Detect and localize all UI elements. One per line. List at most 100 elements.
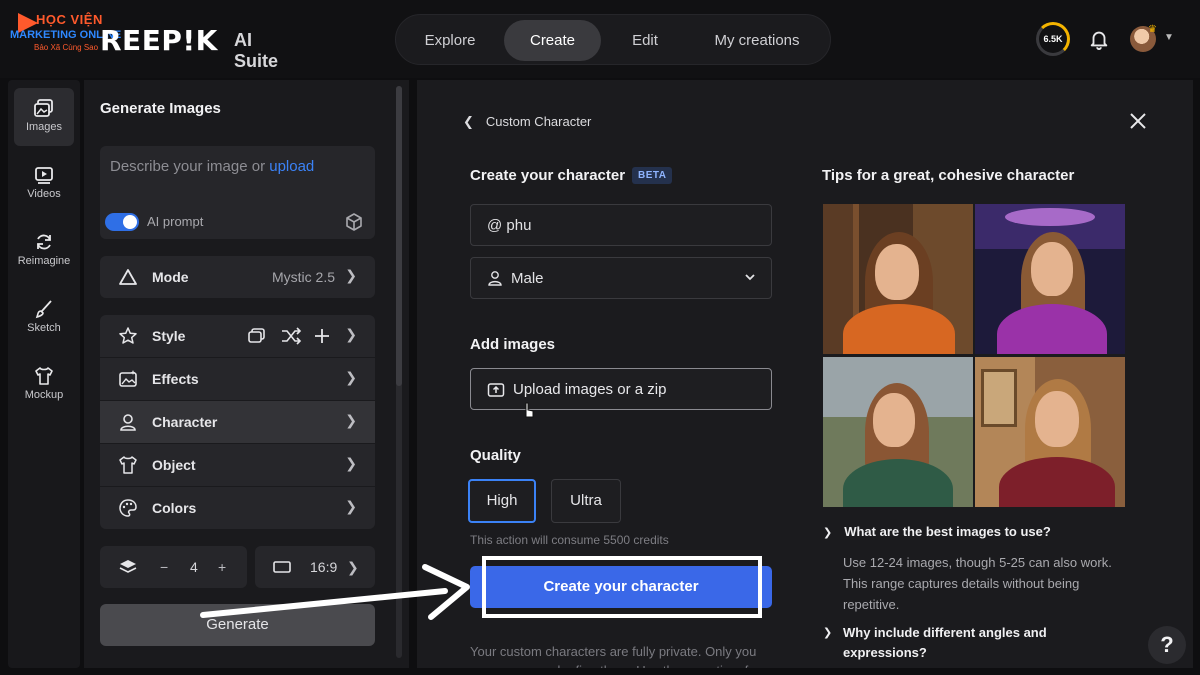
video-icon bbox=[35, 167, 53, 184]
example-images-grid bbox=[823, 204, 1125, 507]
option-label: Style bbox=[152, 328, 186, 344]
faq-item[interactable]: ❯ Why include different angles and expres… bbox=[823, 623, 1083, 663]
gender-value: Male bbox=[511, 270, 544, 287]
ai-prompt-toggle[interactable] bbox=[105, 213, 139, 231]
tips-heading: Tips for a great, cohesive character bbox=[822, 167, 1075, 184]
example-image bbox=[975, 204, 1125, 354]
option-label: Colors bbox=[152, 500, 197, 516]
gender-select[interactable]: Male bbox=[470, 257, 772, 299]
faq-item[interactable]: ❯ What are the best images to use? bbox=[823, 524, 1051, 539]
rail-label: Videos bbox=[27, 188, 61, 200]
back-button[interactable]: ❮ Custom Character bbox=[463, 114, 591, 130]
effects-icon bbox=[119, 370, 137, 387]
cube-icon[interactable] bbox=[344, 212, 364, 232]
quality-heading: Quality bbox=[470, 447, 521, 464]
shuffle-icon[interactable] bbox=[282, 327, 302, 345]
rail-item-sketch[interactable]: Sketch bbox=[14, 289, 74, 347]
credits-indicator[interactable]: 6.5K bbox=[1036, 22, 1070, 56]
example-image bbox=[823, 204, 973, 354]
refresh-icon bbox=[37, 234, 51, 250]
faq-question: Why include different angles and express… bbox=[843, 625, 1047, 660]
mouse-cursor-icon bbox=[525, 402, 534, 418]
bell-icon[interactable] bbox=[1088, 28, 1110, 50]
example-image bbox=[975, 357, 1125, 507]
prompt-input[interactable]: Describe your image or upload AI prompt bbox=[100, 146, 375, 239]
close-icon[interactable] bbox=[1129, 112, 1147, 130]
add-icon[interactable] bbox=[315, 329, 329, 343]
rail-label: Mockup bbox=[24, 389, 64, 401]
example-image bbox=[823, 357, 973, 507]
main-nav: Explore Create Edit My creations bbox=[395, 14, 831, 65]
faq-question: What are the best images to use? bbox=[844, 524, 1051, 539]
gallery-icon[interactable] bbox=[248, 328, 265, 343]
watermark-line3: Bảo Xã Cùng Sao bbox=[34, 43, 99, 52]
top-bar: HỌC VIỆN MARKETING ONLINE Bảo Xã Cùng Sa… bbox=[0, 0, 1200, 78]
upload-link[interactable]: upload bbox=[269, 158, 314, 175]
chevron-right-icon: ❯ bbox=[345, 455, 357, 471]
rail-item-images[interactable]: Images bbox=[14, 88, 74, 146]
decrement-button[interactable]: − bbox=[160, 559, 168, 575]
nav-my-creations[interactable]: My creations bbox=[692, 20, 822, 61]
option-effects[interactable]: Effects ❯ bbox=[100, 358, 375, 400]
triangle-icon bbox=[119, 269, 137, 285]
prompt-placeholder: Describe your image or upload bbox=[110, 158, 314, 175]
upload-label: Upload images or a zip bbox=[513, 381, 667, 398]
quality-high-button[interactable]: High bbox=[468, 479, 536, 523]
nav-explore[interactable]: Explore bbox=[406, 20, 494, 61]
custom-character-panel: ❮ Custom Character Create your character … bbox=[417, 80, 1193, 668]
rail-label: Reimagine bbox=[17, 255, 71, 267]
add-images-heading: Add images bbox=[470, 336, 556, 353]
option-style[interactable]: Style ❯ bbox=[100, 315, 375, 357]
rail-item-mockup[interactable]: Mockup bbox=[14, 356, 74, 414]
faq-answer: Use 12-24 images, though 5-25 can also w… bbox=[843, 555, 1112, 612]
option-colors[interactable]: Colors ❯ bbox=[100, 487, 375, 529]
chevron-down-icon[interactable]: ▼ bbox=[1164, 32, 1174, 43]
option-object[interactable]: Object ❯ bbox=[100, 444, 375, 486]
crown-icon: ♛ bbox=[1148, 24, 1157, 35]
logo[interactable]: HỌC VIỆN MARKETING ONLINE Bảo Xã Cùng Sa… bbox=[8, 10, 298, 71]
highlight-frame bbox=[482, 556, 762, 618]
help-button[interactable]: ? bbox=[1148, 626, 1186, 664]
rail-label: Sketch bbox=[27, 322, 61, 334]
image-icon bbox=[34, 99, 53, 117]
upload-button[interactable]: Upload images or a zip bbox=[470, 368, 772, 410]
watermark-line1: HỌC VIỆN bbox=[36, 12, 103, 27]
ai-prompt-label: AI prompt bbox=[147, 214, 204, 229]
palette-icon bbox=[119, 499, 137, 517]
mode-label: Mode bbox=[152, 269, 189, 285]
rail-item-videos[interactable]: Videos bbox=[14, 155, 74, 213]
character-name-field[interactable]: @ phu bbox=[470, 204, 772, 246]
star-icon bbox=[119, 327, 137, 344]
nav-edit[interactable]: Edit bbox=[611, 20, 679, 61]
style-tools bbox=[248, 327, 329, 345]
chevron-right-icon: ❯ bbox=[345, 498, 357, 514]
suite-label: AI Suite bbox=[234, 30, 279, 71]
option-label: Object bbox=[152, 457, 196, 473]
tool-rail: Images Videos Reimagine Sketch Mockup bbox=[8, 80, 80, 668]
scrollbar-thumb[interactable] bbox=[396, 86, 402, 386]
back-label: Custom Character bbox=[485, 114, 592, 129]
chevron-right-icon: ❯ bbox=[345, 326, 357, 342]
user-icon bbox=[120, 414, 136, 431]
chevron-right-icon: ❯ bbox=[823, 527, 833, 539]
privacy-note: Your custom characters are fully private… bbox=[470, 644, 760, 668]
chevron-left-icon: ❮ bbox=[463, 114, 474, 129]
nav-create[interactable]: Create bbox=[504, 20, 601, 61]
option-character[interactable]: Character ❯ bbox=[100, 401, 375, 443]
user-icon bbox=[488, 271, 502, 286]
option-label: Character bbox=[152, 414, 218, 430]
beta-badge: BETA bbox=[632, 167, 673, 184]
mode-selector[interactable]: Mode Mystic 2.5 ❯ bbox=[100, 256, 375, 298]
shirt-icon bbox=[119, 456, 137, 474]
chevron-right-icon: ❯ bbox=[345, 369, 357, 385]
create-heading: Create your character bbox=[470, 167, 626, 184]
option-label: Effects bbox=[152, 371, 199, 387]
name-value: @ phu bbox=[487, 217, 532, 234]
panel-title: Generate Images bbox=[100, 100, 221, 117]
rail-item-reimagine[interactable]: Reimagine bbox=[14, 222, 74, 280]
shirt-icon bbox=[35, 367, 53, 385]
chevron-right-icon: ❯ bbox=[345, 412, 357, 428]
quality-ultra-button[interactable]: Ultra bbox=[551, 479, 621, 523]
chevron-right-icon: ❯ bbox=[345, 267, 357, 283]
annotation-arrow-icon bbox=[200, 564, 470, 620]
